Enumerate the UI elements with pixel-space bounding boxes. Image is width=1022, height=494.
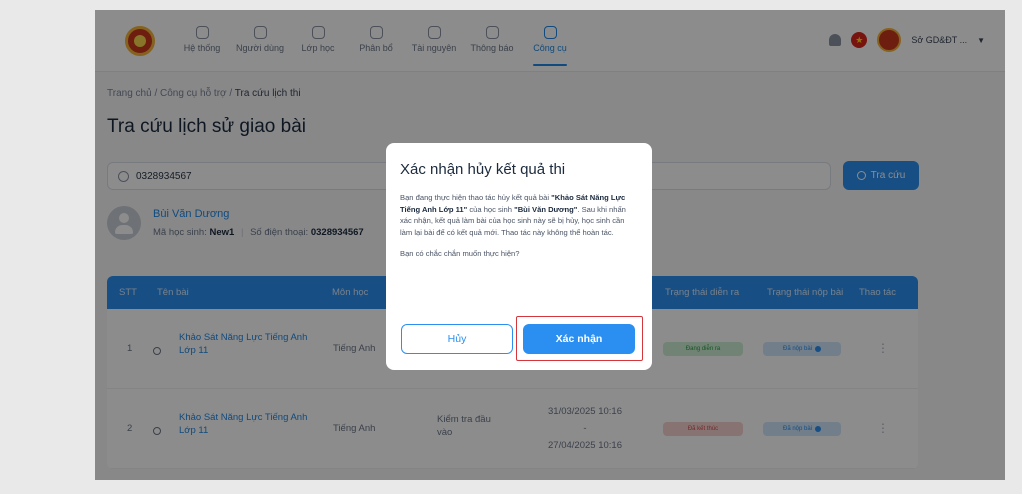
dialog-message: Bạn đang thực hiện thao tác hủy kết quả … [400, 193, 626, 237]
confirm-button[interactable]: Xác nhận [523, 324, 635, 354]
confirm-button-highlight: Xác nhận [516, 316, 643, 361]
confirm-cancel-result-dialog: Xác nhận hủy kết quả thi Bạn đang thực h… [386, 143, 652, 370]
dialog-title: Xác nhận hủy kết quả thi [400, 161, 566, 178]
dialog-question: Bạn có chắc chắn muốn thực hiện? [400, 249, 520, 259]
cancel-button[interactable]: Hủy [401, 324, 513, 354]
